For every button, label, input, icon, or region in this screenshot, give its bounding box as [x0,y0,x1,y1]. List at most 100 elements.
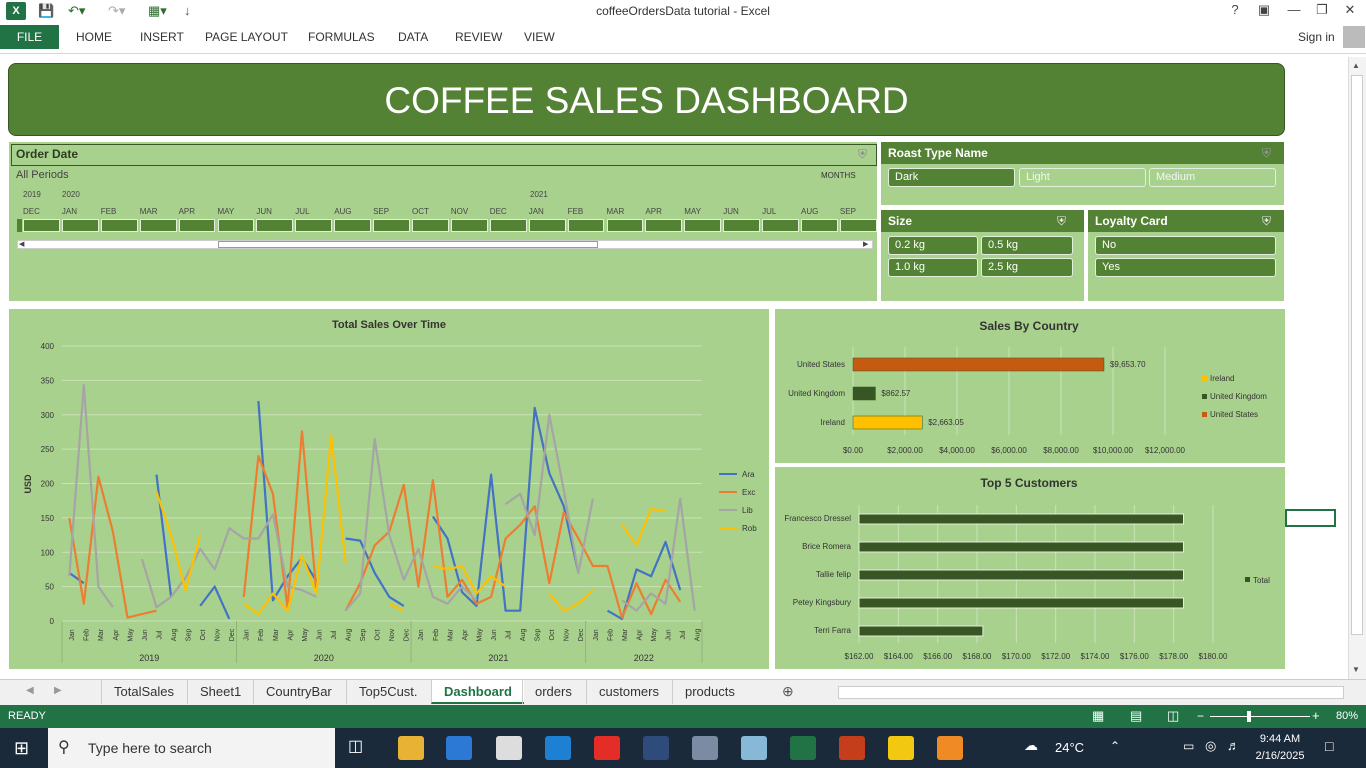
timeline-cell[interactable] [373,219,410,232]
size-2-5kg-button[interactable]: 2.5 kg [981,258,1073,277]
timeline-cell[interactable] [489,219,527,232]
size-0-2kg-button[interactable]: 0.2 kg [888,236,978,255]
timeline-cell[interactable] [723,219,761,232]
tray-expand-icon[interactable]: ⌃ [1110,739,1120,753]
mail-icon[interactable] [496,736,522,760]
timeline-cell[interactable] [256,219,294,232]
sheet-tab-dashboard[interactable]: Dashboard [431,680,524,704]
roast-dark-button[interactable]: Dark [888,168,1015,187]
clock-time[interactable]: 9:44 AM [1250,733,1310,745]
time-level-dropdown[interactable]: MONTHS [821,171,856,180]
sheet-tab-products[interactable]: products [672,680,747,704]
page-break-view-icon[interactable]: ◫ [1167,708,1179,724]
tab-insert[interactable]: INSERT [140,30,184,44]
network-icon[interactable]: ◎ [1205,738,1216,754]
clear-filter-icon[interactable]: ⛨ [1262,146,1271,161]
weather-icon[interactable]: ☁ [1024,737,1038,754]
loyalty-no-button[interactable]: No [1095,236,1276,255]
close-icon[interactable]: ✕ [1336,2,1364,18]
zoom-slider-thumb[interactable] [1247,711,1251,722]
help-button[interactable]: ? [1221,2,1249,17]
clock-date[interactable]: 2/16/2025 [1250,750,1310,762]
file-tab[interactable]: FILE [0,25,59,49]
sales-by-country-chart[interactable]: Sales By Country $0.00 $2,000.00 $4,000.00… [775,309,1285,463]
file-explorer-icon[interactable] [398,736,424,760]
roast-medium-button[interactable]: Medium [1149,168,1276,187]
tab-page-layout[interactable]: PAGE LAYOUT [205,30,288,44]
timeline-cell[interactable] [295,219,333,232]
vlc-icon[interactable] [937,736,963,760]
total-sales-chart[interactable]: Total Sales Over Time USD 0 50 100 150 200 25… [9,309,769,669]
tab-view[interactable]: VIEW [524,30,555,44]
avatar[interactable] [1343,26,1365,48]
scroll-down-icon[interactable]: ▼ [1352,665,1360,674]
sheet-tab-sheet1[interactable]: Sheet1 [187,680,253,704]
task-view-icon[interactable]: ◫ [348,736,374,760]
selected-cell[interactable] [1285,509,1336,527]
windows-start-icon[interactable]: ⊞ [14,738,29,759]
prev-sheet-icon[interactable]: ◀ [26,685,34,696]
excel-taskbar-icon[interactable] [790,736,816,760]
ribbon-display-icon[interactable]: ▣ [1250,2,1278,18]
zoom-in-icon[interactable]: + [1312,708,1320,723]
app-icon[interactable] [741,736,767,760]
timeline-cell[interactable] [412,219,449,232]
minimize-icon[interactable]: — [1280,2,1308,17]
timeline-cell[interactable] [645,219,683,232]
tab-review[interactable]: REVIEW [455,30,502,44]
scroll-up-icon[interactable]: ▲ [1352,61,1360,70]
tab-data[interactable]: DATA [398,30,428,44]
top-customers-chart[interactable]: Top 5 Customers $162.00 $164.00 $166.00 $16… [775,467,1285,669]
timeline-scrollbar[interactable]: ◀ ▶ [17,240,873,249]
zoom-slider[interactable] [1210,716,1310,717]
timeline-cell[interactable] [178,219,216,232]
battery-icon[interactable]: ▭ [1183,739,1194,753]
sign-in-link[interactable]: Sign in [1298,30,1335,44]
sheet-tab-orders[interactable]: orders [522,680,584,704]
sheet-tab-totalsales[interactable]: TotalSales [101,680,186,704]
vscode-icon[interactable] [545,736,571,760]
size-0-5kg-button[interactable]: 0.5 kg [981,236,1073,255]
scroll-thumb[interactable] [1351,75,1363,635]
roast-light-button[interactable]: Light [1019,168,1146,187]
restore-icon[interactable]: ❐ [1308,2,1336,18]
timeline-cell[interactable] [606,219,644,232]
timeline-cell[interactable] [61,219,99,232]
timeline-cell[interactable] [217,219,255,232]
page-layout-view-icon[interactable]: ▤ [1130,708,1142,724]
store-icon[interactable] [446,736,472,760]
zoom-out-icon[interactable]: − [1197,709,1204,723]
app-icon[interactable] [692,736,718,760]
sheet-tab-countrybar[interactable]: CountryBar [253,680,344,704]
weather-temp[interactable]: 24°C [1055,740,1084,755]
search-box[interactable]: ⚲ Type here to search [48,728,335,768]
tab-home[interactable]: HOME [76,30,112,44]
sheet-tab-customers[interactable]: customers [586,680,671,704]
youtube-icon[interactable] [594,736,620,760]
power-bi-icon[interactable] [888,736,914,760]
clear-filter-icon[interactable]: ⛨ [858,147,867,162]
timeline-cell[interactable] [139,219,177,232]
clear-filter-icon[interactable]: ⛨ [1057,214,1066,229]
vertical-scrollbar[interactable]: ▲ ▼ [1348,57,1366,679]
normal-view-icon[interactable]: ▦ [1092,708,1104,724]
size-1-0kg-button[interactable]: 1.0 kg [888,258,978,277]
sheet-tab-top5cust[interactable]: Top5Cust. [346,680,430,704]
app-icon[interactable] [643,736,669,760]
timeline-cell[interactable] [23,219,60,232]
loyalty-yes-button[interactable]: Yes [1095,258,1276,277]
timeline-cell[interactable] [567,219,605,232]
timeline-cell[interactable] [17,219,22,232]
timeline-cell[interactable] [100,219,138,232]
timeline-cell[interactable] [762,219,799,232]
powerpoint-icon[interactable] [839,736,865,760]
new-sheet-icon[interactable]: ⊕ [782,683,794,700]
horizontal-scrollbar[interactable] [838,686,1344,699]
timeline-cell[interactable] [684,219,722,232]
timeline-cell[interactable] [528,219,566,232]
next-sheet-icon[interactable]: ▶ [54,685,62,696]
timeline-cell[interactable] [334,219,372,232]
timeline-cell[interactable] [450,219,488,232]
scroll-right-icon[interactable]: ▶ [863,240,868,248]
tab-formulas[interactable]: FORMULAS [308,30,375,44]
